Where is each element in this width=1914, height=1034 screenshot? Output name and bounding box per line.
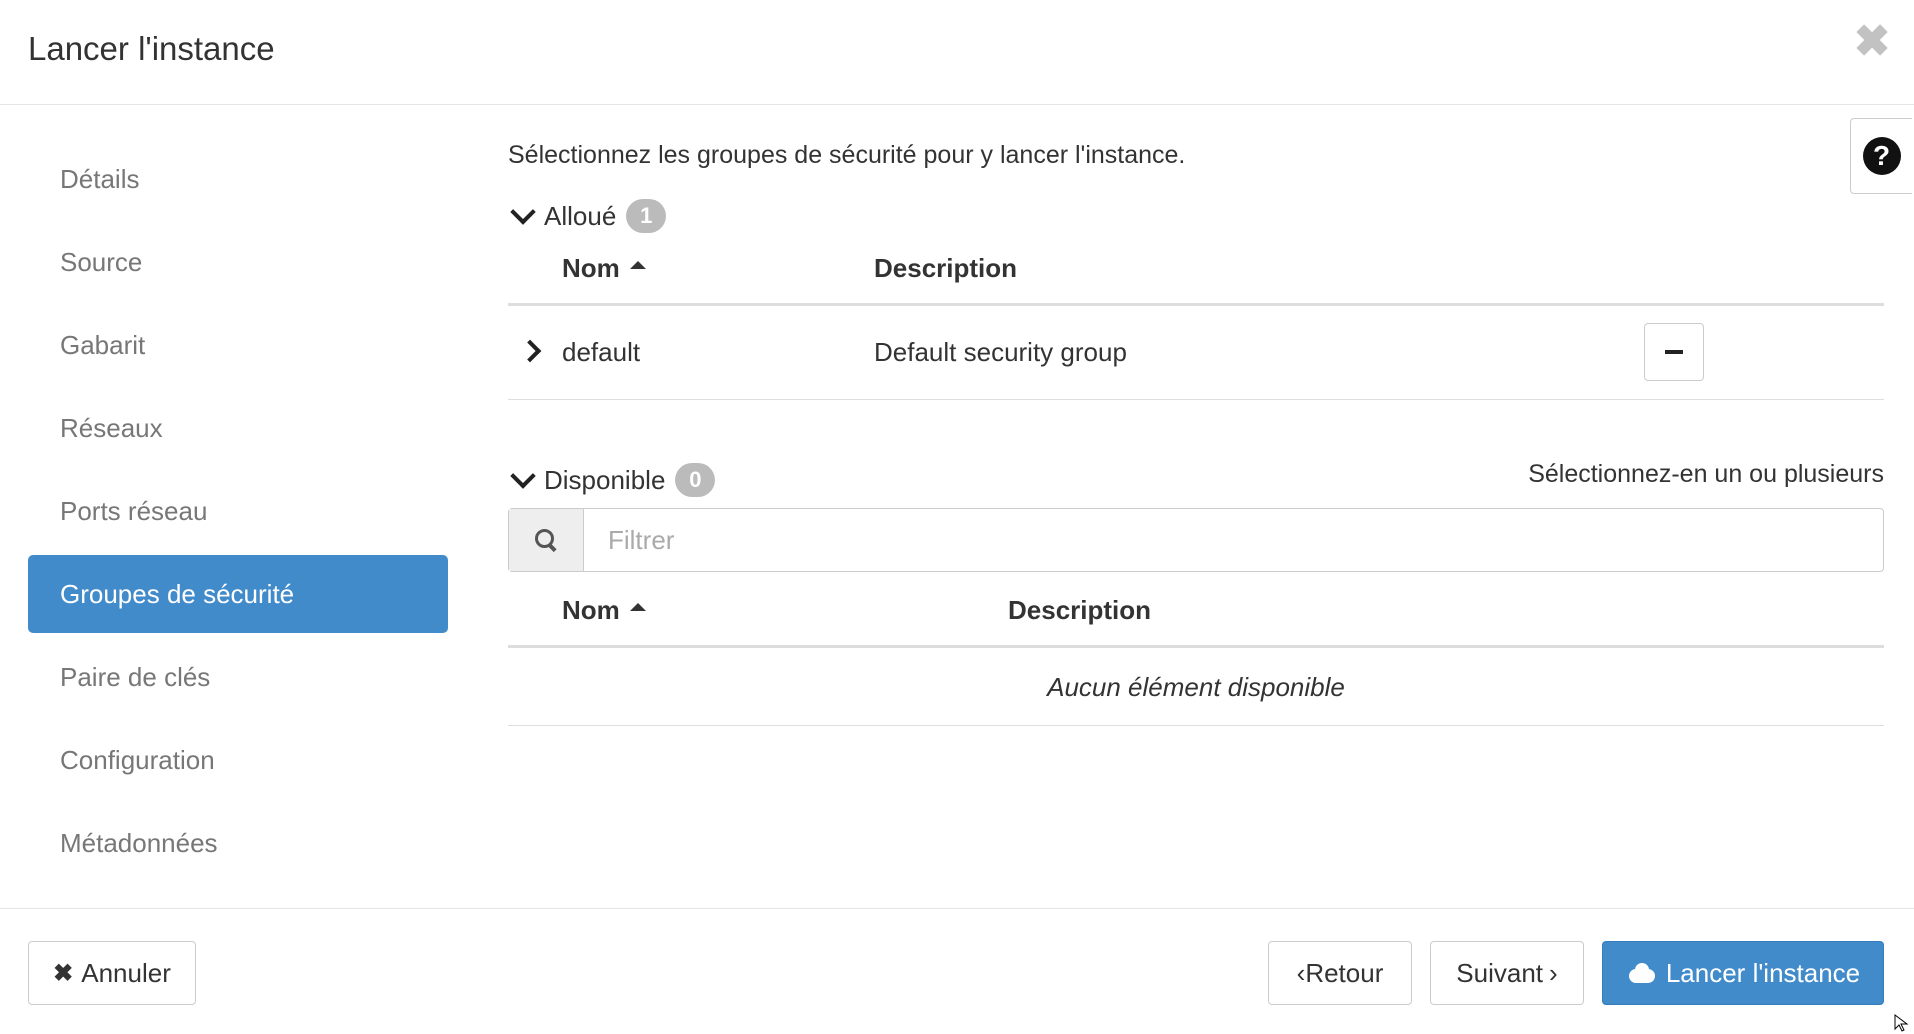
nav-item-network-ports[interactable]: Ports réseau [28, 472, 448, 550]
launch-instance-button[interactable]: Lancer l'instance [1602, 941, 1884, 1005]
chevron-down-icon [510, 463, 536, 489]
launch-label: Lancer l'instance [1665, 957, 1861, 988]
chevron-right-icon[interactable] [518, 339, 542, 363]
available-toggle[interactable]: Disponible 0 [508, 463, 716, 497]
allocated-label: Alloué [544, 200, 617, 231]
sort-asc-icon [629, 261, 646, 269]
minus-icon [1665, 350, 1683, 354]
intro-text: Sélectionnez les groupes de sécurité pou… [508, 141, 1186, 169]
sort-asc-icon [629, 603, 646, 611]
cancel-button[interactable]: ✖ Annuler [28, 941, 196, 1005]
nav-item-source[interactable]: Source [28, 223, 448, 301]
available-count-badge: 0 [675, 463, 716, 497]
filter-box [508, 508, 1884, 572]
wizard-nav: Détails Source Gabarit Réseaux Ports rés… [28, 140, 448, 887]
back-button[interactable]: ‹ Retour [1268, 941, 1412, 1005]
chevron-right-icon: › [1549, 957, 1558, 988]
modal-title: Lancer l'instance [28, 30, 275, 67]
back-label: Retour [1305, 957, 1384, 988]
cloud-upload-icon [1626, 962, 1656, 984]
row-name: default [562, 337, 641, 367]
col-name-label: Nom [562, 595, 620, 625]
nav-item-networks[interactable]: Réseaux [28, 389, 448, 467]
next-button[interactable]: Suivant › [1430, 941, 1584, 1005]
available-label: Disponible [544, 464, 666, 495]
close-icon: ✖ [53, 959, 74, 987]
divider [508, 303, 1884, 306]
allocated-col-description: Description [874, 253, 1018, 283]
resize-cursor-icon [1894, 1014, 1909, 1032]
nav-item-metadata[interactable]: Métadonnées [28, 804, 448, 882]
empty-state-text: Aucun élément disponible [1047, 672, 1345, 702]
divider [508, 645, 1884, 648]
allocated-col-name[interactable]: Nom [562, 253, 646, 284]
available-col-name[interactable]: Nom [562, 595, 646, 626]
row-description: Default security group [874, 337, 1127, 367]
filter-addon [509, 509, 584, 571]
search-icon [535, 529, 557, 551]
nav-item-security-groups[interactable]: Groupes de sécurité [28, 555, 448, 633]
selection-hint: Sélectionnez-en un ou plusieurs [1528, 460, 1884, 488]
divider [508, 725, 1884, 726]
nav-item-flavor[interactable]: Gabarit [28, 306, 448, 384]
close-icon[interactable]: ✖ [1850, 20, 1894, 64]
cancel-label: Annuler [81, 957, 171, 988]
chevron-down-icon [510, 199, 536, 225]
allocated-toggle[interactable]: Alloué 1 [508, 199, 667, 233]
nav-item-details[interactable]: Détails [28, 140, 448, 218]
nav-item-configuration[interactable]: Configuration [28, 721, 448, 799]
question-circle-icon: ? [1862, 137, 1901, 175]
next-label: Suivant [1456, 957, 1544, 988]
divider [508, 399, 1884, 400]
launch-instance-modal: Lancer l'instance ✖ Détails Source Gabar… [0, 0, 1914, 1034]
deallocate-button[interactable] [1644, 323, 1704, 381]
available-col-description: Description [1008, 595, 1152, 625]
chevron-left-icon: ‹ [1296, 957, 1306, 988]
nav-item-key-pair[interactable]: Paire de clés [28, 638, 448, 716]
modal-footer: ✖ Annuler ‹ Retour Suivant › Lancer l'in… [0, 908, 1914, 1034]
modal-header: Lancer l'instance ✖ [0, 0, 1914, 105]
allocated-count-badge: 1 [626, 199, 667, 233]
filter-input[interactable] [584, 509, 1883, 571]
col-name-label: Nom [562, 253, 620, 283]
help-button[interactable]: ? [1850, 118, 1912, 194]
